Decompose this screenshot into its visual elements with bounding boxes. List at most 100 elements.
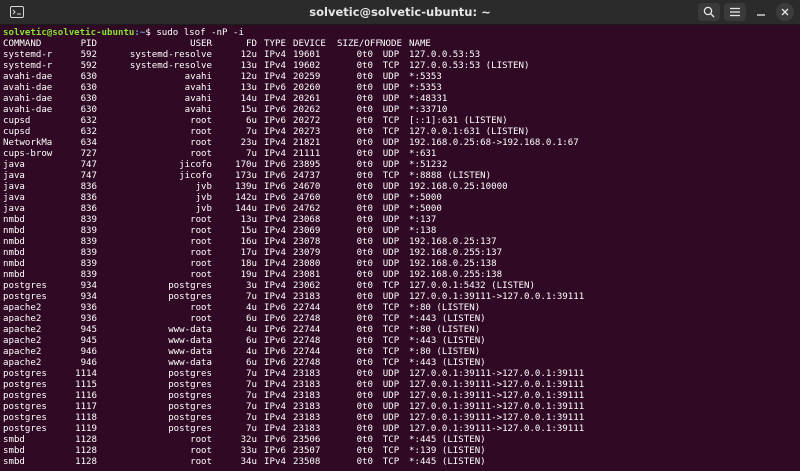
cell-node: UDP <box>382 369 400 379</box>
cell-user: postgres <box>168 402 212 412</box>
cell-pid: 630 <box>80 105 97 115</box>
cell-user: root <box>190 116 212 126</box>
table-row: postgres 1116 postgres 7u IPv4 23183 0t0 UDP 127… <box>3 391 797 402</box>
cell-pid: 1128 <box>75 457 97 467</box>
cell-node: TCP <box>382 314 400 324</box>
cell-node: TCP <box>382 435 400 445</box>
cell-name: 127.0.0.1:39111->127.0.0.1:39111 <box>409 402 585 412</box>
terminal-output[interactable]: solvetic@solvetic-ubuntu:~$ sudo lsof -n… <box>0 25 800 471</box>
cell-user: www-data <box>168 325 212 335</box>
table-row: postgres 1115 postgres 7u IPv4 23183 0t0 UDP 127… <box>3 380 797 391</box>
search-button[interactable] <box>698 3 720 21</box>
cell-name: *:5353 <box>409 72 442 82</box>
cell-size: 0t0 <box>356 424 373 434</box>
cell-node: TCP <box>382 61 400 71</box>
table-row: avahi-dae 630 avahi 12u IPv4 20259 0t0 UDP *:535… <box>3 72 797 83</box>
cell-user: systemd-resolve <box>129 50 212 60</box>
table-row: apache2 946 www-data 4u IPv6 22744 0t0 TCP *:80 … <box>3 347 797 358</box>
cell-size: 0t0 <box>356 116 373 126</box>
cell-user: root <box>190 226 212 236</box>
minimize-button[interactable] <box>750 3 772 21</box>
cell-size: 0t0 <box>356 204 373 214</box>
cell-device: 22744 <box>293 325 321 335</box>
lsof-rows: systemd-r 592 systemd-resolve 12u IPv4 19601 0… <box>3 50 797 468</box>
cell-fd: 18u <box>240 259 257 269</box>
cell-pid: 1114 <box>75 369 97 379</box>
cell-type: IPv6 <box>264 347 286 357</box>
prompt-line: solvetic@solvetic-ubuntu:~$ sudo lsof -n… <box>3 28 797 39</box>
cell-fd: 142u <box>235 193 257 203</box>
cell-user: root <box>190 149 212 159</box>
menu-button[interactable] <box>724 3 746 21</box>
table-row: java 836 jvb 144u IPv6 24762 0t0 UDP *:5000 <box>3 204 797 215</box>
cell-name: *:8888 (LISTEN) <box>409 171 492 181</box>
cell-pid: 632 <box>80 116 97 126</box>
cell-size: 0t0 <box>356 182 373 192</box>
header-name: NAME <box>409 39 431 49</box>
cell-pid: 592 <box>80 50 97 60</box>
close-button[interactable] <box>776 3 794 21</box>
cell-node: TCP <box>382 358 400 368</box>
cell-device: 22744 <box>293 303 321 313</box>
cell-command: nmbd <box>3 226 25 236</box>
cell-name: *:5000 <box>409 193 442 203</box>
cell-fd: 4u <box>246 325 257 335</box>
cell-device: 23183 <box>293 424 321 434</box>
cell-device: 23069 <box>293 226 321 236</box>
cell-size: 0t0 <box>356 281 373 291</box>
cell-size: 0t0 <box>356 325 373 335</box>
prompt-user-host: solvetic@solvetic-ubuntu <box>3 28 135 38</box>
cell-pid: 946 <box>80 347 97 357</box>
cell-pid: 1115 <box>75 380 97 390</box>
cell-device: 24762 <box>293 204 321 214</box>
cell-size: 0t0 <box>356 72 373 82</box>
table-row: nmbd 839 root 16u IPv4 23078 0t0 UDP 192.168.0.2… <box>3 237 797 248</box>
cell-command: apache2 <box>3 303 42 313</box>
cell-user: root <box>190 303 212 313</box>
cell-name: 192.168.0.255:138 <box>409 270 503 280</box>
header-user: USER <box>190 39 212 49</box>
cell-name: *:138 <box>409 226 437 236</box>
cell-node: UDP <box>382 105 400 115</box>
cell-node: UDP <box>382 270 400 280</box>
cell-command: java <box>3 182 25 192</box>
cell-type: IPv4 <box>264 215 286 225</box>
cell-device: 19602 <box>293 61 321 71</box>
cell-user: avahi <box>184 105 212 115</box>
cell-name: *:443 (LISTEN) <box>409 358 486 368</box>
cell-node: UDP <box>382 259 400 269</box>
cell-device: 24737 <box>293 171 321 181</box>
cell-fd: 7u <box>246 413 257 423</box>
cell-device: 23895 <box>293 160 321 170</box>
cell-pid: 1117 <box>75 402 97 412</box>
cell-fd: 6u <box>246 314 257 324</box>
cell-user: postgres <box>168 281 212 291</box>
cell-fd: 7u <box>246 424 257 434</box>
cell-type: IPv6 <box>264 204 286 214</box>
cell-type: IPv6 <box>264 182 286 192</box>
cell-type: IPv4 <box>264 127 286 137</box>
cell-size: 0t0 <box>356 292 373 302</box>
cell-command: cupsd <box>3 127 31 137</box>
table-row: apache2 936 root 4u IPv6 22744 0t0 TCP *:80 (LIS… <box>3 303 797 314</box>
cell-name: 127.0.0.53:53 <box>409 50 481 60</box>
cell-size: 0t0 <box>356 402 373 412</box>
table-row: systemd-r 592 systemd-resolve 12u IPv4 19601 0… <box>3 50 797 61</box>
cell-device: 21821 <box>293 138 321 148</box>
cell-device: 20261 <box>293 94 321 104</box>
cell-type: IPv6 <box>264 435 286 445</box>
cell-node: UDP <box>382 160 400 170</box>
cell-node: UDP <box>382 182 400 192</box>
cell-type: IPv6 <box>264 105 286 115</box>
table-row: java 747 jicofo 170u IPv6 23895 0t0 UDP *:51232 <box>3 160 797 171</box>
cell-node: UDP <box>382 215 400 225</box>
table-row: java 836 jvb 139u IPv6 24670 0t0 UDP 192.168.0.2… <box>3 182 797 193</box>
cell-pid: 945 <box>80 336 97 346</box>
cell-node: TCP <box>382 127 400 137</box>
header-command: COMMAND <box>3 39 42 49</box>
title-bar[interactable]: solvetic@solvetic-ubuntu: ~ <box>0 0 800 25</box>
cell-size: 0t0 <box>356 215 373 225</box>
cell-node: UDP <box>382 391 400 401</box>
cell-name: *:445 (LISTEN) <box>409 435 486 445</box>
cell-fd: 7u <box>246 380 257 390</box>
